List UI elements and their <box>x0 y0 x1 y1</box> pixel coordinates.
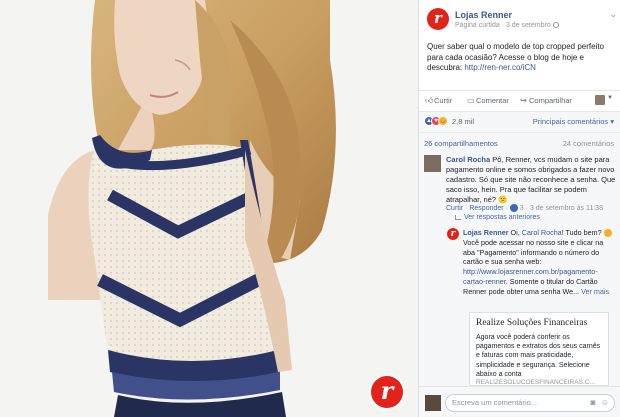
comment-button[interactable]: ▭Comentar <box>467 96 509 105</box>
viewer-avatar <box>595 95 605 105</box>
post-as-selector[interactable]: ▼ <box>595 95 613 107</box>
comment-input[interactable] <box>452 398 580 407</box>
caret-down-icon: ▼ <box>607 95 613 101</box>
reply-arrow-icon <box>455 215 461 220</box>
comment-reaction-count[interactable]: 3 <box>520 205 524 212</box>
post-action-bar: 👍︎Curtir ▭Comentar ↪ Compartilhar ▼ <box>419 90 620 112</box>
thumbs-up-icon <box>509 204 518 212</box>
comments-section: Carol Rocha Pô, Renner, vcs mudam o site… <box>419 152 620 386</box>
page-reply-body: Lojas Renner Oi, Carol Rocha! Tudo bem? … <box>463 228 616 297</box>
comments-count: 24 comentários <box>562 139 614 148</box>
reply-greeting: Oi, <box>508 228 522 237</box>
comment-author[interactable]: Carol Rocha <box>446 155 490 164</box>
shares-count-link[interactable]: 26 compartilhamentos <box>424 139 498 148</box>
comment-box: ◙ ☺ <box>445 394 615 412</box>
speech-bubble-icon: ▭ <box>467 96 475 105</box>
link-preview-title: Realize Soluções Financeiras <box>476 318 588 328</box>
comment-reply-link[interactable]: Responder <box>469 205 503 212</box>
reply-author[interactable]: Lojas Renner <box>463 228 509 237</box>
view-previous-replies-label: Ver respostas anteriores <box>464 214 540 221</box>
thumbs-up-icon: 👍︎ <box>425 96 434 105</box>
page-name-link[interactable]: Lojas Renner <box>455 10 512 20</box>
post-meta-text[interactable]: Página curtida · 3 de setembro <box>455 22 551 29</box>
globe-icon <box>552 22 559 29</box>
share-button[interactable]: ↪ Compartilhar <box>520 96 572 105</box>
link-preview-description: Agora você poderá conferir os pagamentos… <box>476 334 601 378</box>
link-preview-domain: REALIZESOLUCOESFINANCEIRAS.C... <box>476 379 595 386</box>
post-meta: Página curtida · 3 de setembro <box>455 22 559 29</box>
reply-mention[interactable]: Carol Rocha <box>522 228 562 237</box>
comment-sort-dropdown[interactable]: Principais comentários ▾ <box>533 117 614 126</box>
see-more-link[interactable]: Ver mais <box>581 287 609 296</box>
chevron-down-icon[interactable]: ⌄ <box>609 9 617 20</box>
reply-text: Você pode acessar no nosso site e clicar… <box>463 237 604 267</box>
haha-reaction-icon[interactable]: ◡ <box>438 116 448 126</box>
share-arrow-icon: ↪ <box>520 96 527 105</box>
comment-button-label: Comentar <box>476 96 509 105</box>
renner-logo-letter: r <box>371 376 403 408</box>
comment-meta: Curtir · Responder · 3 · 3 de setembro à… <box>446 204 603 212</box>
comment-timestamp[interactable]: 3 de setembro às 11:38 <box>530 205 603 212</box>
post-message: Quer saber qual o modelo de top cropped … <box>427 42 613 74</box>
current-user-avatar <box>425 395 441 411</box>
post-message-link[interactable]: http://ren-ner.co/iCN <box>464 63 536 72</box>
page-reply-avatar[interactable]: r <box>447 228 459 240</box>
renner-logo-watermark: r <box>369 374 405 410</box>
reaction-count[interactable]: 2,8 mil <box>452 117 474 126</box>
reactions-bar: ▲ ♥ ◡ 2,8 mil Principais comentários ▾ <box>419 112 620 132</box>
comment-composer: ◙ ☺ <box>419 386 620 417</box>
link-preview-card[interactable]: Realize Soluções Financeiras Agora você … <box>469 312 609 386</box>
like-button-label: Curtir <box>434 96 453 105</box>
smiley-icon[interactable]: ☺ <box>600 398 610 408</box>
woman-in-knit-crop-top-image <box>0 0 418 417</box>
page-avatar[interactable]: r <box>427 8 449 30</box>
comment-like-link[interactable]: Curtir <box>446 205 463 212</box>
like-button[interactable]: 👍︎Curtir <box>425 96 452 106</box>
view-previous-replies[interactable]: Ver respostas anteriores <box>455 214 540 221</box>
reply-greeting-end: ! Tudo bem? <box>561 228 604 237</box>
commenter-avatar[interactable] <box>424 155 441 172</box>
post-header: r Lojas Renner Página curtida · 3 de set… <box>427 8 617 34</box>
smiley-icon <box>603 229 612 238</box>
share-button-label: Compartilhar <box>529 96 572 105</box>
comment-body: Carol Rocha Pô, Renner, vcs mudam o site… <box>446 155 616 205</box>
post-sidebar: r Lojas Renner Página curtida · 3 de set… <box>418 0 620 417</box>
post-photo[interactable]: r <box>0 0 418 417</box>
engagement-counts: 26 compartilhamentos 24 comentários <box>419 132 620 152</box>
camera-icon[interactable]: ◙ <box>588 398 598 408</box>
